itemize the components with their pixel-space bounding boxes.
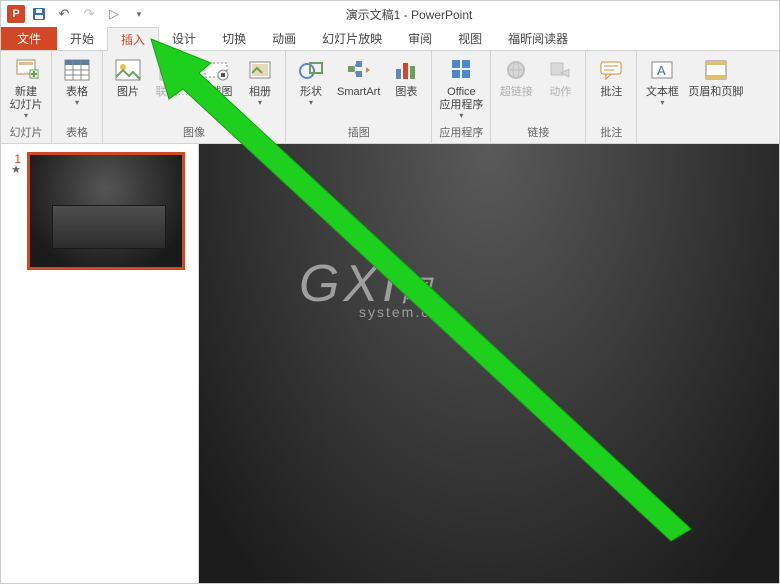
tab-design[interactable]: 设计 xyxy=(159,27,209,50)
quick-access-toolbar: ↶ ↷ ▷ ▾ xyxy=(31,6,147,22)
screenshot-button[interactable]: …截图 ▾ xyxy=(195,54,237,109)
table-icon xyxy=(63,56,91,84)
smartart-icon xyxy=(345,56,373,84)
tab-slideshow[interactable]: 幻灯片放映 xyxy=(309,27,395,50)
workspace: 1 ★ GXI网 system.com xyxy=(1,144,779,583)
group-illustrations: 形状 ▾ SmartArt 图表 插图 xyxy=(286,51,432,143)
slide-preview xyxy=(27,152,185,270)
pictures-icon xyxy=(114,56,142,84)
smartart-label: SmartArt xyxy=(337,86,380,99)
ribbon: 新建 幻灯片 ▾ 幻灯片 表格 ▾ 表格 图片 xyxy=(1,51,779,144)
group-comments: 批注 批注 xyxy=(586,51,637,143)
chart-button[interactable]: 图表 xyxy=(385,54,427,101)
action-button[interactable]: 动作 xyxy=(539,54,581,101)
comment-button[interactable]: 批注 xyxy=(590,54,632,101)
group-label-links: 链接 xyxy=(495,122,581,143)
group-links: 超链接 动作 链接 xyxy=(491,51,586,143)
group-images: 图片 联机… …截图 ▾ 相册 ▾ xyxy=(103,51,286,143)
tab-transitions[interactable]: 切换 xyxy=(209,27,259,50)
table-button[interactable]: 表格 ▾ xyxy=(56,54,98,109)
new-slide-icon xyxy=(12,56,40,84)
office-apps-label: Office 应用程序 xyxy=(439,86,483,112)
hyperlink-label: 超链接 xyxy=(500,86,533,99)
hyperlink-icon xyxy=(502,56,530,84)
header-footer-icon xyxy=(702,56,730,84)
new-slide-label: 新建 幻灯片 xyxy=(10,86,43,112)
svg-text:A: A xyxy=(657,63,666,78)
chevron-down-icon: ▾ xyxy=(660,99,664,107)
slide-editor[interactable]: GXI网 system.com xyxy=(199,144,779,583)
pictures-button[interactable]: 图片 xyxy=(107,54,149,101)
group-label-illustrations: 插图 xyxy=(290,122,427,143)
group-label-text xyxy=(641,138,746,143)
action-label: 动作 xyxy=(549,86,571,99)
chevron-down-icon: ▾ xyxy=(75,99,79,107)
start-slideshow-icon[interactable]: ▷ xyxy=(106,6,122,22)
tab-home[interactable]: 开始 xyxy=(57,27,107,50)
ribbon-tabs: 文件 开始 插入 设计 切换 动画 幻灯片放映 审阅 视图 福昕阅读器 xyxy=(1,27,779,51)
group-tables: 表格 ▾ 表格 xyxy=(52,51,103,143)
online-pictures-label: 联机… xyxy=(156,86,189,99)
group-label-tables: 表格 xyxy=(56,122,98,143)
tab-insert[interactable]: 插入 xyxy=(107,27,159,51)
tab-foxit[interactable]: 福昕阅读器 xyxy=(495,27,581,50)
office-apps-icon xyxy=(447,56,475,84)
chevron-down-icon: ▾ xyxy=(258,99,262,107)
group-label-slides: 幻灯片 xyxy=(5,122,47,143)
new-slide-button[interactable]: 新建 幻灯片 ▾ xyxy=(5,54,47,122)
chevron-down-icon: ▾ xyxy=(309,99,313,107)
group-label-apps: 应用程序 xyxy=(436,122,486,143)
online-pictures-icon xyxy=(158,56,186,84)
group-label-images: 图像 xyxy=(107,122,281,143)
chart-label: 图表 xyxy=(395,86,417,99)
textbox-icon: A xyxy=(648,56,676,84)
redo-icon[interactable]: ↷ xyxy=(81,6,97,22)
tab-animations[interactable]: 动画 xyxy=(259,27,309,50)
hyperlink-button[interactable]: 超链接 xyxy=(495,54,537,101)
online-pictures-button[interactable]: 联机… xyxy=(151,54,193,101)
pictures-label: 图片 xyxy=(117,86,139,99)
undo-icon[interactable]: ↶ xyxy=(56,6,72,22)
chevron-down-icon: ▾ xyxy=(214,99,218,107)
chevron-down-icon: ▾ xyxy=(459,112,463,120)
tab-file[interactable]: 文件 xyxy=(1,27,57,50)
album-icon xyxy=(246,56,274,84)
comment-icon xyxy=(597,56,625,84)
album-button[interactable]: 相册 ▾ xyxy=(239,54,281,109)
title-bar: P ↶ ↷ ▷ ▾ 演示文稿1 - PowerPoint xyxy=(1,1,779,27)
smartart-button[interactable]: SmartArt xyxy=(334,54,383,101)
chart-icon xyxy=(392,56,420,84)
comment-label: 批注 xyxy=(600,86,622,99)
animation-star-icon: ★ xyxy=(9,166,21,174)
header-footer-button[interactable]: 页眉和页脚 xyxy=(685,54,746,101)
chevron-down-icon: ▾ xyxy=(24,112,28,120)
header-footer-label: 页眉和页脚 xyxy=(688,86,743,99)
slide-thumbnail[interactable]: 1 ★ xyxy=(9,152,198,270)
textbox-button[interactable]: A 文本框 ▾ xyxy=(641,54,683,109)
office-apps-button[interactable]: Office 应用程序 ▾ xyxy=(436,54,486,122)
tab-review[interactable]: 审阅 xyxy=(395,27,445,50)
screenshot-icon xyxy=(202,56,230,84)
shapes-button[interactable]: 形状 ▾ xyxy=(290,54,332,109)
group-label-comments: 批注 xyxy=(590,122,632,143)
group-apps: Office 应用程序 ▾ 应用程序 xyxy=(432,51,491,143)
action-icon xyxy=(546,56,574,84)
qat-dropdown-icon[interactable]: ▾ xyxy=(131,6,147,22)
tab-view[interactable]: 视图 xyxy=(445,27,495,50)
watermark: GXI网 system.com xyxy=(299,254,454,320)
save-icon[interactable] xyxy=(31,6,47,22)
document-title: 演示文稿1 - PowerPoint xyxy=(346,6,473,23)
thumbnail-panel: 1 ★ xyxy=(1,144,199,583)
group-text: A 文本框 ▾ 页眉和页脚 xyxy=(637,51,750,143)
group-slides: 新建 幻灯片 ▾ 幻灯片 xyxy=(1,51,52,143)
shapes-icon xyxy=(297,56,325,84)
app-icon: P xyxy=(7,5,25,23)
